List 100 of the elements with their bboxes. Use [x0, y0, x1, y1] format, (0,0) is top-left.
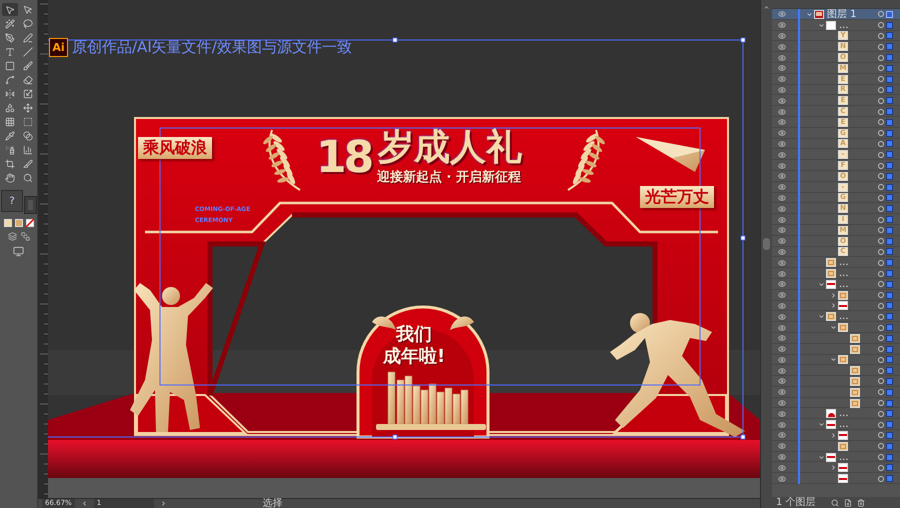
target-circle-icon[interactable]: [878, 184, 884, 190]
target-circle-icon[interactable]: [878, 302, 884, 309]
selection-square-icon[interactable]: [887, 55, 892, 60]
selection-square-icon[interactable]: [887, 271, 892, 276]
target-circle-icon[interactable]: [878, 454, 884, 460]
target-circle-icon[interactable]: [878, 173, 884, 180]
layer-row[interactable]: ...: [772, 408, 900, 420]
visibility-eye-icon[interactable]: [778, 270, 786, 278]
visibility-eye-icon[interactable]: [778, 32, 786, 40]
selection-square-icon[interactable]: [887, 98, 892, 104]
selection-square-icon[interactable]: [887, 44, 892, 50]
selection-square-icon[interactable]: [887, 12, 892, 17]
visibility-eye-icon[interactable]: [778, 356, 786, 364]
selection-square-icon[interactable]: [887, 238, 892, 244]
next-artboard-icon[interactable]: [160, 500, 167, 507]
visibility-eye-icon[interactable]: [778, 162, 786, 170]
visibility-eye-icon[interactable]: [778, 237, 786, 246]
target-circle-icon[interactable]: [878, 389, 884, 396]
layer-row[interactable]: [772, 322, 900, 333]
target-circle-icon[interactable]: [878, 443, 884, 450]
target-circle-icon[interactable]: [878, 356, 884, 363]
visibility-eye-icon[interactable]: [778, 442, 786, 450]
visibility-eye-icon[interactable]: [778, 216, 786, 224]
visibility-eye-icon[interactable]: [778, 280, 786, 288]
layer-row[interactable]: [772, 440, 900, 452]
visibility-eye-icon[interactable]: [778, 388, 786, 396]
selection-square-icon[interactable]: [887, 174, 892, 179]
target-circle-icon[interactable]: [878, 410, 884, 417]
layer-row[interactable]: [772, 473, 900, 484]
selection-square-icon[interactable]: [887, 378, 892, 384]
target-circle-icon[interactable]: [878, 152, 884, 158]
draw-behind-icon[interactable]: [20, 232, 30, 241]
target-circle-icon[interactable]: [878, 432, 884, 438]
selection-square-icon[interactable]: [887, 336, 892, 341]
layer-row[interactable]: ...: [772, 452, 900, 462]
none-swatch-icon[interactable]: [26, 219, 34, 227]
selection-square-icon[interactable]: [887, 152, 892, 158]
target-circle-icon[interactable]: [878, 335, 884, 342]
target-circle-icon[interactable]: [878, 32, 884, 39]
target-circle-icon[interactable]: [878, 119, 884, 126]
selection-square-icon[interactable]: [887, 76, 892, 82]
layer-row[interactable]: ...: [772, 278, 900, 290]
fill-swatch[interactable]: ?: [1, 190, 23, 212]
target-circle-icon[interactable]: [878, 11, 884, 18]
screen-mode-icon[interactable]: [13, 246, 24, 257]
target-circle-icon[interactable]: [878, 324, 884, 330]
visibility-eye-icon[interactable]: [778, 420, 786, 429]
visibility-eye-icon[interactable]: [778, 150, 786, 159]
stroke-swatch[interactable]: [25, 197, 36, 213]
target-circle-icon[interactable]: [878, 238, 884, 244]
selection-square-icon[interactable]: [887, 249, 892, 254]
layer-row[interactable]: ...: [772, 311, 900, 322]
selection-square-icon[interactable]: [887, 195, 892, 200]
collapse-icon[interactable]: [763, 4, 770, 11]
target-circle-icon[interactable]: [878, 464, 884, 471]
visibility-eye-icon[interactable]: [778, 248, 786, 256]
visibility-eye-icon[interactable]: [778, 64, 786, 72]
visibility-eye-icon[interactable]: [778, 324, 786, 332]
target-circle-icon[interactable]: [878, 400, 884, 406]
layer-row[interactable]: [772, 300, 900, 312]
selection-square-icon[interactable]: [887, 109, 892, 114]
selection-square-icon[interactable]: [887, 22, 892, 28]
target-circle-icon[interactable]: [878, 378, 884, 384]
selection-square-icon[interactable]: [887, 87, 892, 92]
visibility-eye-icon[interactable]: [778, 302, 786, 310]
visibility-eye-icon[interactable]: [778, 226, 786, 234]
visibility-eye-icon[interactable]: [778, 96, 786, 105]
selection-square-icon[interactable]: [887, 66, 892, 71]
visibility-eye-icon[interactable]: [778, 129, 786, 138]
scrollbar-thumb[interactable]: [763, 238, 770, 250]
selection-square-icon[interactable]: [887, 282, 892, 287]
target-circle-icon[interactable]: [878, 248, 884, 255]
layer-row[interactable]: [772, 462, 900, 474]
selection-square-icon[interactable]: [887, 120, 892, 125]
selection-square-icon[interactable]: [887, 217, 892, 222]
selection-square-icon[interactable]: [887, 432, 892, 438]
target-circle-icon[interactable]: [878, 162, 884, 169]
visibility-eye-icon[interactable]: [778, 366, 786, 375]
selection-square-icon[interactable]: [887, 444, 892, 449]
visibility-eye-icon[interactable]: [778, 21, 786, 30]
visibility-eye-icon[interactable]: [778, 258, 786, 267]
layer-row[interactable]: ...: [772, 20, 900, 31]
layer-row[interactable]: ...: [772, 257, 900, 268]
visibility-eye-icon[interactable]: [778, 312, 786, 321]
target-circle-icon[interactable]: [878, 314, 884, 320]
visibility-eye-icon[interactable]: [778, 140, 786, 148]
target-circle-icon[interactable]: [878, 206, 884, 212]
target-circle-icon[interactable]: [878, 476, 884, 482]
draw-mode-icon[interactable]: [8, 232, 16, 241]
target-circle-icon[interactable]: [878, 86, 884, 93]
selection-square-icon[interactable]: [887, 357, 892, 362]
selection-square-icon[interactable]: [887, 184, 892, 190]
gradient-mode-swatch[interactable]: [14, 219, 22, 227]
selection-square-icon[interactable]: [887, 400, 892, 406]
target-circle-icon[interactable]: [878, 76, 884, 82]
target-circle-icon[interactable]: [878, 44, 884, 50]
visibility-eye-icon[interactable]: [778, 410, 786, 418]
visibility-eye-icon[interactable]: [778, 431, 786, 440]
search-icon[interactable]: [830, 498, 839, 506]
layer-row[interactable]: 图层 1: [772, 9, 900, 20]
